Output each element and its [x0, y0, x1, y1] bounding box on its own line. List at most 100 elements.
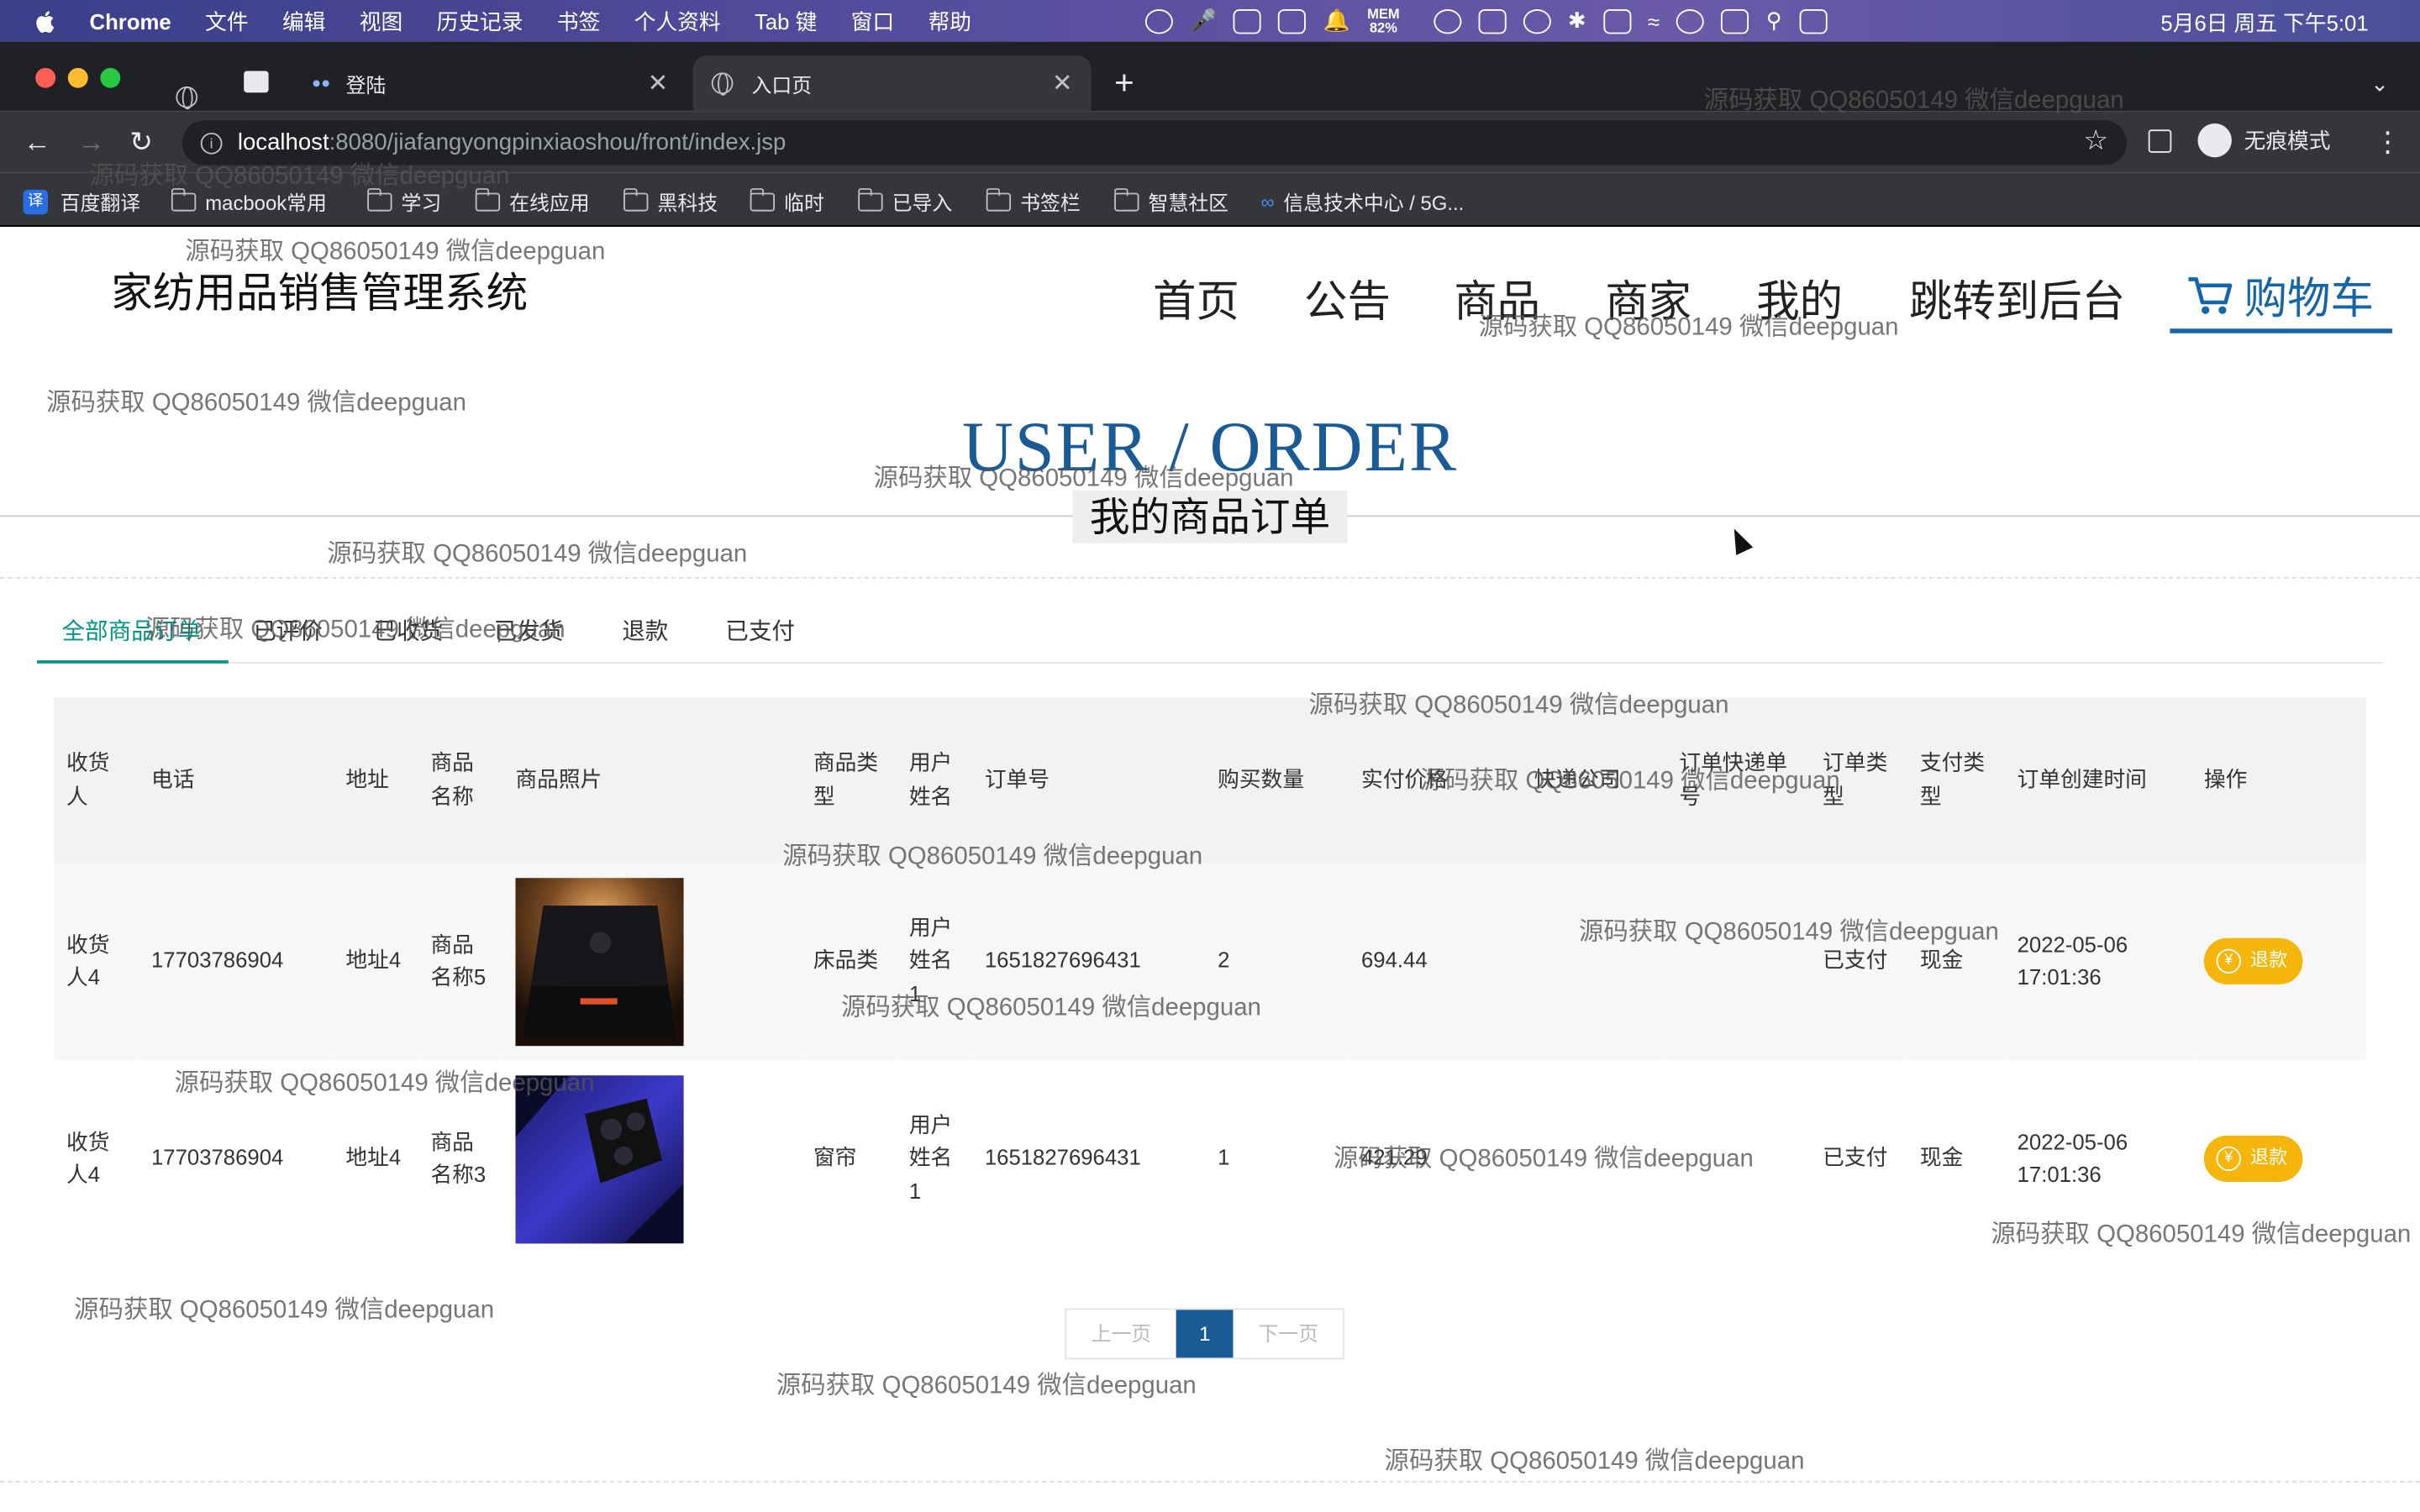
tab-search-chevron-icon[interactable]: ⌄ — [2370, 55, 2389, 111]
menu-tab[interactable]: Tab 键 — [755, 5, 817, 36]
next-page-button[interactable]: 下一页 — [1234, 1310, 1344, 1358]
menu-bookmarks[interactable]: 书签 — [557, 5, 600, 36]
cell-user-name: 用户姓名1 — [897, 862, 973, 1060]
window-minimize-button[interactable] — [67, 67, 88, 88]
cell-actions: ¥ 退款 — [2191, 1060, 2366, 1257]
cell-order-type: 已支付 — [1810, 862, 1908, 1060]
cell-actions: ¥ 退款 — [2191, 862, 2366, 1060]
memory-indicator[interactable]: MEM 82% — [1367, 6, 1417, 34]
bookmark-folder[interactable]: macbook常用 — [170, 186, 327, 216]
bookmark-folder[interactable]: 在线应用 — [474, 186, 590, 216]
new-tab-button[interactable]: + — [1114, 55, 1134, 111]
tab-paid[interactable]: 已支付 — [725, 614, 795, 647]
incognito-indicator[interactable]: 无痕模式 — [2197, 123, 2330, 158]
bookmark-folder[interactable]: 智慧社区 — [1113, 186, 1228, 216]
app-icon[interactable] — [1278, 8, 1307, 34]
bookmark-label: 书签栏 — [1020, 191, 1081, 215]
bluetooth-icon[interactable]: ✱ — [1568, 8, 1586, 34]
pinned-tab-page[interactable] — [244, 71, 269, 93]
col-order-type: 订单类型 — [1810, 697, 1908, 863]
bookmark-label: 学习 — [401, 191, 442, 215]
nav-merchants[interactable]: 商家 — [1605, 269, 1691, 330]
menubar-clock[interactable]: 5月6日 周五 下午5:01 — [2160, 8, 2368, 39]
tab-shipped[interactable]: 已发货 — [494, 614, 564, 647]
yen-icon: ¥ — [2216, 1146, 2241, 1172]
bookmark-label: 已导入 — [892, 191, 953, 215]
prev-page-button[interactable]: 上一页 — [1066, 1310, 1176, 1358]
menu-file[interactable]: 文件 — [205, 5, 248, 36]
nav-home[interactable]: 首页 — [1153, 269, 1239, 330]
bell-icon[interactable]: 🔔 — [1323, 8, 1350, 34]
search-icon[interactable]: ⚲ — [1766, 8, 1782, 34]
bookmark-folder[interactable]: 临时 — [749, 186, 824, 216]
forward-icon[interactable]: → — [77, 127, 105, 160]
bookmark-folder[interactable]: 学习 — [366, 186, 442, 216]
tab-entry[interactable]: 入口页 ✕ — [692, 55, 1092, 112]
folder-icon — [857, 187, 883, 211]
tab-login[interactable]: ●● 登陆 ✕ — [293, 55, 687, 111]
globe-icon — [711, 72, 734, 96]
folder-icon — [1113, 187, 1139, 211]
wifi-icon[interactable]: ≈ — [1648, 8, 1660, 33]
web-page: 家纺用品销售管理系统 首页 公告 商品 商家 我的 跳转到后台 购物车 USER… — [0, 228, 2420, 1512]
col-user-name: 用户姓名 — [897, 697, 973, 863]
more-menu-icon[interactable]: ⋮ — [2374, 127, 2402, 160]
user-icon[interactable] — [1676, 8, 1705, 34]
reload-icon[interactable]: ↻ — [129, 127, 153, 160]
menu-app-name[interactable]: Chrome — [90, 8, 171, 33]
record-icon[interactable] — [1144, 8, 1173, 34]
side-panel-icon[interactable] — [2148, 129, 2172, 153]
window-close-button[interactable] — [35, 67, 56, 88]
bookmark-label: 信息技术中心 / 5G... — [1283, 191, 1465, 215]
menu-profiles[interactable]: 个人资料 — [634, 5, 721, 36]
menu-window[interactable]: 窗口 — [851, 5, 894, 36]
refund-button[interactable]: ¥ 退款 — [2203, 1135, 2303, 1182]
menu-help[interactable]: 帮助 — [929, 5, 971, 36]
nav-admin[interactable]: 跳转到后台 — [1909, 269, 2125, 330]
bookmark-item[interactable]: ∞ 信息技术中心 / 5G... — [1261, 186, 1465, 216]
window-icon[interactable] — [1478, 8, 1507, 34]
close-icon[interactable]: ✕ — [1052, 68, 1073, 99]
product-photo-laptop[interactable] — [515, 877, 684, 1046]
network-app-icon[interactable] — [1523, 8, 1551, 34]
microphone-icon[interactable]: 🎤 — [1190, 8, 1217, 34]
control-center-icon[interactable] — [1798, 8, 1827, 34]
bookmark-item[interactable]: 译百度翻译 — [23, 186, 140, 216]
nav-cart[interactable]: 购物车 — [2170, 262, 2392, 333]
password-icon[interactable] — [1434, 8, 1462, 34]
tab-reviewed[interactable]: 已评价 — [253, 614, 323, 647]
bookmark-label: macbook常用 — [205, 191, 327, 215]
tab-all-orders[interactable]: 全部商品订单 — [61, 614, 200, 647]
nav-products[interactable]: 商品 — [1454, 269, 1540, 330]
current-page[interactable]: 1 — [1176, 1310, 1234, 1358]
info-icon[interactable]: i — [200, 132, 223, 154]
col-order-no: 订单号 — [972, 697, 1206, 863]
col-phone: 电话 — [139, 697, 334, 863]
battery-icon[interactable] — [1602, 8, 1631, 34]
menu-history[interactable]: 历史记录 — [437, 5, 523, 36]
tab-refund[interactable]: 退款 — [622, 614, 668, 647]
infinity-icon: ∞ — [1260, 190, 1275, 213]
tab-received[interactable]: 已收货 — [373, 614, 443, 647]
menu-edit[interactable]: 编辑 — [282, 5, 325, 36]
bookmark-folder[interactable]: 已导入 — [857, 186, 953, 216]
apple-icon[interactable] — [34, 8, 58, 33]
hero-title-cn: 我的商品订单 — [1072, 491, 1348, 543]
input-method-icon[interactable] — [1234, 8, 1262, 34]
nav-notice[interactable]: 公告 — [1304, 269, 1391, 330]
product-photo-phone[interactable] — [515, 1074, 684, 1243]
bookmark-folder[interactable]: 书签栏 — [985, 186, 1081, 216]
nav-mine[interactable]: 我的 — [1756, 269, 1843, 330]
col-pay-type: 支付类型 — [1907, 697, 2005, 863]
bookmark-star-icon[interactable]: ☆ — [2083, 125, 2108, 158]
address-bar[interactable]: i localhost:8080/jiafangyongpinxiaoshou/… — [182, 120, 2128, 165]
order-tabs: 全部商品订单 已评价 已收货 已发货 退款 已支付 — [37, 601, 2383, 664]
close-icon[interactable]: ✕ — [648, 68, 669, 99]
window-zoom-button[interactable] — [100, 67, 121, 88]
back-icon[interactable]: ← — [24, 127, 51, 160]
refund-button[interactable]: ¥ 退款 — [2203, 937, 2303, 984]
folder-icon — [985, 187, 1012, 211]
app-switch-icon[interactable] — [1721, 8, 1749, 34]
bookmark-folder[interactable]: 黑科技 — [623, 186, 718, 216]
menu-view[interactable]: 视图 — [360, 5, 402, 36]
